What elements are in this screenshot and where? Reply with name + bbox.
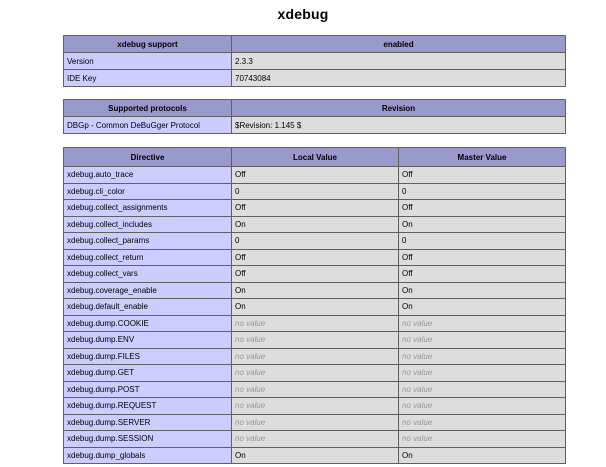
column-header: Supported protocols [63,99,232,117]
directive-name: xdebug.dump.SESSION [63,430,232,448]
directive-name: xdebug.collect_assignments [63,199,232,217]
directive-name: xdebug.dump.GET [63,364,232,382]
master-value: no value [398,413,566,431]
table-row: IDE Key 70743084 [63,69,566,87]
page-title: xdebug [277,6,329,22]
local-value: no value [231,314,399,332]
table-row: xdebug.dump_globals On On [63,446,566,464]
directive-name: xdebug.collect_return [63,248,232,266]
local-value: On [231,446,399,464]
directive-name: xdebug.dump.REQUEST [63,397,232,415]
local-value: Off [231,248,399,266]
table-row: xdebug.dump.COOKIE no value no value [63,314,566,332]
master-value: On [398,446,566,464]
local-value: On [231,298,399,316]
row-label: DBGp - Common DeBuGger Protocol [63,116,232,134]
master-value: Off [398,199,566,217]
master-value: no value [398,364,566,382]
local-value: On [231,281,399,299]
table-row: xdebug.collect_assignments Off Off [63,199,566,217]
table-row: xdebug.collect_vars Off Off [63,265,566,283]
local-value: no value [231,331,399,349]
table-row: xdebug.collect_includes On On [63,215,566,233]
master-value: On [398,298,566,316]
master-value: Off [398,265,566,283]
table-row: xdebug.collect_params 0 0 [63,232,566,250]
table-row: xdebug.default_enable On On [63,298,566,316]
master-value: no value [398,430,566,448]
directive-name: xdebug.default_enable [63,298,232,316]
table-row: xdebug.dump.FILES no value no value [63,347,566,365]
directive-name: xdebug.coverage_enable [63,281,232,299]
table-row: DBGp - Common DeBuGger Protocol $Revisio… [63,116,566,134]
table-row: xdebug.dump.GET no value no value [63,364,566,382]
master-value: 0 [398,232,566,250]
column-header: enabled [231,35,566,53]
master-value: Off [398,166,566,184]
local-value: no value [231,347,399,365]
row-value: $Revision: 1.145 $ [231,116,566,134]
table-row: xdebug.auto_trace Off Off [63,166,566,184]
local-value: no value [231,397,399,415]
local-value: Off [231,199,399,217]
column-header: Revision [231,99,566,117]
table-row: xdebug.collect_return Off Off [63,248,566,266]
directive-name: xdebug.auto_trace [63,166,232,184]
directive-name: xdebug.collect_params [63,232,232,250]
table-header-row: xdebug support enabled [63,35,566,53]
local-value: 0 [231,182,399,200]
master-value: no value [398,397,566,415]
directives-table: Directive Local Value Master Value xdebu… [63,147,566,464]
xdebug-support-table: xdebug support enabled Version 2.3.3 IDE… [63,35,566,87]
directive-name: xdebug.dump.COOKIE [63,314,232,332]
directive-name: xdebug.cli_color [63,182,232,200]
column-header: Local Value [231,147,399,167]
table-header-row: Supported protocols Revision [63,99,566,117]
master-value: On [398,281,566,299]
directive-name: xdebug.dump.FILES [63,347,232,365]
table-row: xdebug.cli_color 0 0 [63,182,566,200]
master-value: 0 [398,182,566,200]
local-value: On [231,215,399,233]
table-row: xdebug.coverage_enable On On [63,281,566,299]
table-row: xdebug.dump.POST no value no value [63,380,566,398]
local-value: Off [231,166,399,184]
directive-name: xdebug.collect_includes [63,215,232,233]
table-row: xdebug.dump.REQUEST no value no value [63,397,566,415]
master-value: no value [398,347,566,365]
column-header: Directive [63,147,232,167]
directive-name: xdebug.dump.SERVER [63,413,232,431]
table-header-row: Directive Local Value Master Value [63,147,566,167]
local-value: Off [231,265,399,283]
local-value: no value [231,413,399,431]
column-header: xdebug support [63,35,232,53]
master-value: no value [398,314,566,332]
local-value: no value [231,364,399,382]
directive-name: xdebug.collect_vars [63,265,232,283]
local-value: no value [231,430,399,448]
column-header: Master Value [398,147,566,167]
table-row: xdebug.dump.SESSION no value no value [63,430,566,448]
master-value: On [398,215,566,233]
row-value: 70743084 [231,69,566,87]
directive-name: xdebug.dump.POST [63,380,232,398]
row-value: 2.3.3 [231,52,566,70]
table-row: xdebug.dump.ENV no value no value [63,331,566,349]
row-label: IDE Key [63,69,232,87]
supported-protocols-table: Supported protocols Revision DBGp - Comm… [63,99,566,134]
master-value: no value [398,331,566,349]
directive-name: xdebug.dump_globals [63,446,232,464]
directive-rows: xdebug.auto_trace Off Off xdebug.cli_color 0… [63,166,566,464]
table-row: Version 2.3.3 [63,52,566,70]
master-value: no value [398,380,566,398]
row-label: Version [63,52,232,70]
directive-name: xdebug.dump.ENV [63,331,232,349]
local-value: no value [231,380,399,398]
master-value: Off [398,248,566,266]
table-row: xdebug.dump.SERVER no value no value [63,413,566,431]
local-value: 0 [231,232,399,250]
